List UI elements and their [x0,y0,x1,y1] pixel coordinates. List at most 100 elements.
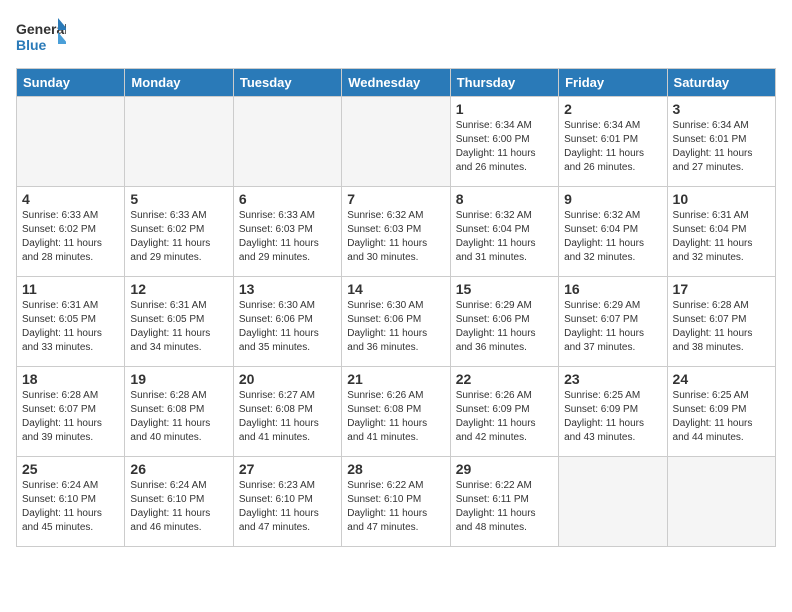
day-cell: 20 Sunrise: 6:27 AM Sunset: 6:08 PM Dayli… [233,367,341,457]
day-cell: 27 Sunrise: 6:23 AM Sunset: 6:10 PM Dayli… [233,457,341,547]
day-cell: 25 Sunrise: 6:24 AM Sunset: 6:10 PM Dayli… [17,457,125,547]
day-cell: 12 Sunrise: 6:31 AM Sunset: 6:05 PM Dayli… [125,277,233,367]
day-cell: 6 Sunrise: 6:33 AM Sunset: 6:03 PM Daylig… [233,187,341,277]
day-number: 26 [130,461,227,477]
day-info: Sunrise: 6:33 AM Sunset: 6:02 PM Dayligh… [130,209,227,265]
day-cell: 26 Sunrise: 6:24 AM Sunset: 6:10 PM Dayli… [125,457,233,547]
day-cell: 4Sunrise: 6:33 AM Sunset: 6:02 PM Daylig… [17,187,125,277]
weekday-header-wednesday: Wednesday [342,69,450,97]
day-cell: 17Sunrise: 6:28 AM Sunset: 6:07 PM Dayli… [667,277,775,367]
day-cell [125,97,233,187]
logo: GeneralBlue [16,16,66,60]
day-number: 1 [456,101,553,117]
weekday-header-thursday: Thursday [450,69,558,97]
day-info: Sunrise: 6:34 AM Sunset: 6:01 PM Dayligh… [673,119,770,175]
day-number: 24 [673,371,770,387]
day-cell: 28 Sunrise: 6:22 AM Sunset: 6:10 PM Dayli… [342,457,450,547]
day-cell: 10Sunrise: 6:31 AM Sunset: 6:04 PM Dayli… [667,187,775,277]
day-info: Sunrise: 6:33 AM Sunset: 6:02 PM Dayligh… [22,209,119,265]
day-cell: 13 Sunrise: 6:30 AM Sunset: 6:06 PM Dayli… [233,277,341,367]
day-number: 6 [239,191,336,207]
header: GeneralBlue [16,16,776,60]
day-cell: 11 Sunrise: 6:31 AM Sunset: 6:05 PM Dayli… [17,277,125,367]
day-info: Sunrise: 6:22 AM Sunset: 6:11 PM Dayligh… [456,479,553,535]
day-info: Sunrise: 6:23 AM Sunset: 6:10 PM Dayligh… [239,479,336,535]
day-info: Sunrise: 6:28 AM Sunset: 6:07 PM Dayligh… [673,299,770,355]
svg-text:Blue: Blue [16,37,47,53]
day-info: Sunrise: 6:22 AM Sunset: 6:10 PM Dayligh… [347,479,444,535]
day-number: 12 [130,281,227,297]
day-info: Sunrise: 6:34 AM Sunset: 6:00 PM Dayligh… [456,119,553,175]
calendar: SundayMondayTuesdayWednesdayThursdayFrid… [16,68,776,547]
weekday-header-tuesday: Tuesday [233,69,341,97]
day-number: 8 [456,191,553,207]
day-number: 15 [456,281,553,297]
day-cell: 8 Sunrise: 6:32 AM Sunset: 6:04 PM Daylig… [450,187,558,277]
day-info: Sunrise: 6:25 AM Sunset: 6:09 PM Dayligh… [564,389,661,445]
day-number: 25 [22,461,119,477]
day-cell: 9 Sunrise: 6:32 AM Sunset: 6:04 PM Daylig… [559,187,667,277]
day-number: 21 [347,371,444,387]
day-cell: 14 Sunrise: 6:30 AM Sunset: 6:06 PM Dayli… [342,277,450,367]
day-info: Sunrise: 6:24 AM Sunset: 6:10 PM Dayligh… [130,479,227,535]
day-number: 16 [564,281,661,297]
day-number: 11 [22,281,119,297]
day-info: Sunrise: 6:30 AM Sunset: 6:06 PM Dayligh… [239,299,336,355]
day-cell: 1 Sunrise: 6:34 AM Sunset: 6:00 PM Daylig… [450,97,558,187]
weekday-header-row: SundayMondayTuesdayWednesdayThursdayFrid… [17,69,776,97]
day-info: Sunrise: 6:28 AM Sunset: 6:08 PM Dayligh… [130,389,227,445]
day-number: 28 [347,461,444,477]
day-info: Sunrise: 6:27 AM Sunset: 6:08 PM Dayligh… [239,389,336,445]
day-number: 29 [456,461,553,477]
day-cell: 19 Sunrise: 6:28 AM Sunset: 6:08 PM Dayli… [125,367,233,457]
day-info: Sunrise: 6:29 AM Sunset: 6:07 PM Dayligh… [564,299,661,355]
day-info: Sunrise: 6:24 AM Sunset: 6:10 PM Dayligh… [22,479,119,535]
day-cell: 16 Sunrise: 6:29 AM Sunset: 6:07 PM Dayli… [559,277,667,367]
day-info: Sunrise: 6:30 AM Sunset: 6:06 PM Dayligh… [347,299,444,355]
day-number: 2 [564,101,661,117]
day-info: Sunrise: 6:34 AM Sunset: 6:01 PM Dayligh… [564,119,661,175]
day-cell: 29 Sunrise: 6:22 AM Sunset: 6:11 PM Dayli… [450,457,558,547]
day-number: 5 [130,191,227,207]
day-number: 13 [239,281,336,297]
day-cell: 18Sunrise: 6:28 AM Sunset: 6:07 PM Dayli… [17,367,125,457]
day-info: Sunrise: 6:29 AM Sunset: 6:06 PM Dayligh… [456,299,553,355]
logo-icon: GeneralBlue [16,16,66,60]
day-info: Sunrise: 6:25 AM Sunset: 6:09 PM Dayligh… [673,389,770,445]
week-row-1: 1 Sunrise: 6:34 AM Sunset: 6:00 PM Daylig… [17,97,776,187]
day-number: 27 [239,461,336,477]
day-info: Sunrise: 6:26 AM Sunset: 6:09 PM Dayligh… [456,389,553,445]
day-info: Sunrise: 6:28 AM Sunset: 6:07 PM Dayligh… [22,389,119,445]
day-cell [17,97,125,187]
week-row-5: 25 Sunrise: 6:24 AM Sunset: 6:10 PM Dayli… [17,457,776,547]
day-cell: 3 Sunrise: 6:34 AM Sunset: 6:01 PM Daylig… [667,97,775,187]
day-number: 14 [347,281,444,297]
week-row-4: 18Sunrise: 6:28 AM Sunset: 6:07 PM Dayli… [17,367,776,457]
day-info: Sunrise: 6:31 AM Sunset: 6:05 PM Dayligh… [130,299,227,355]
day-info: Sunrise: 6:32 AM Sunset: 6:04 PM Dayligh… [456,209,553,265]
day-cell: 15 Sunrise: 6:29 AM Sunset: 6:06 PM Dayli… [450,277,558,367]
day-cell [233,97,341,187]
day-number: 9 [564,191,661,207]
weekday-header-monday: Monday [125,69,233,97]
day-number: 19 [130,371,227,387]
day-number: 22 [456,371,553,387]
day-info: Sunrise: 6:33 AM Sunset: 6:03 PM Dayligh… [239,209,336,265]
day-info: Sunrise: 6:32 AM Sunset: 6:03 PM Dayligh… [347,209,444,265]
day-cell: 23 Sunrise: 6:25 AM Sunset: 6:09 PM Dayli… [559,367,667,457]
day-cell: 7Sunrise: 6:32 AM Sunset: 6:03 PM Daylig… [342,187,450,277]
day-number: 23 [564,371,661,387]
week-row-2: 4Sunrise: 6:33 AM Sunset: 6:02 PM Daylig… [17,187,776,277]
day-number: 3 [673,101,770,117]
week-row-3: 11 Sunrise: 6:31 AM Sunset: 6:05 PM Dayli… [17,277,776,367]
day-info: Sunrise: 6:31 AM Sunset: 6:05 PM Dayligh… [22,299,119,355]
day-cell: 21 Sunrise: 6:26 AM Sunset: 6:08 PM Dayli… [342,367,450,457]
day-cell: 2 Sunrise: 6:34 AM Sunset: 6:01 PM Daylig… [559,97,667,187]
day-cell: 22 Sunrise: 6:26 AM Sunset: 6:09 PM Dayli… [450,367,558,457]
day-info: Sunrise: 6:26 AM Sunset: 6:08 PM Dayligh… [347,389,444,445]
day-cell [667,457,775,547]
day-info: Sunrise: 6:31 AM Sunset: 6:04 PM Dayligh… [673,209,770,265]
weekday-header-saturday: Saturday [667,69,775,97]
day-info: Sunrise: 6:32 AM Sunset: 6:04 PM Dayligh… [564,209,661,265]
day-number: 20 [239,371,336,387]
